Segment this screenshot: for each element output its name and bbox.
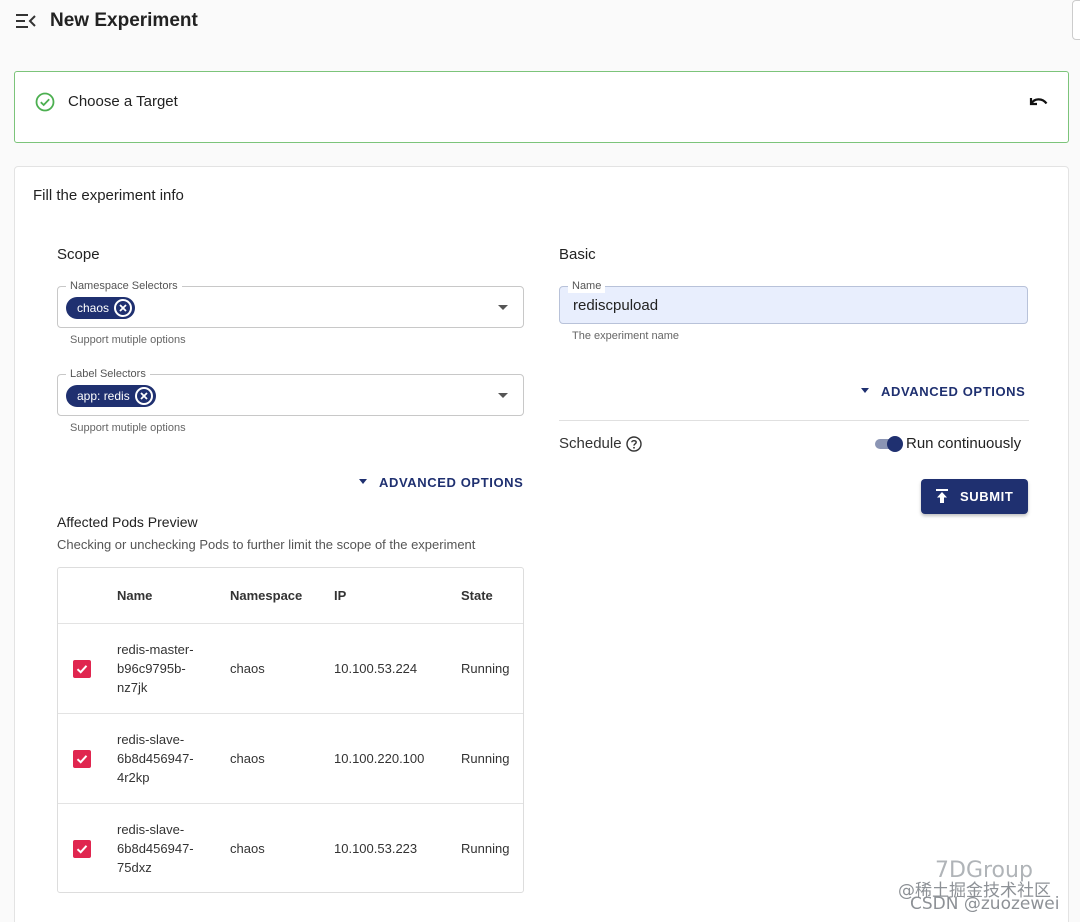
pod-state: Running [461,841,510,856]
help-circle-icon[interactable] [626,436,642,452]
pods-preview-title: Affected Pods Preview [57,514,198,530]
page-title: New Experiment [50,10,198,31]
scope-title: Scope [57,246,100,263]
pod-namespace: chaos [230,751,265,766]
submit-label: SUBMIT [960,489,1014,504]
experiment-info-panel: Fill the experiment info Scope Namespace… [14,166,1069,922]
run-continuously-toggle[interactable] [875,436,903,452]
pod-name: redis-master- b96c9795b- nz7jk [117,642,194,695]
pod-namespace: chaos [230,661,265,676]
step-label: Choose a Target [68,93,178,110]
pods-preview-description: Checking or unchecking Pods to further l… [57,537,476,552]
header-action-button[interactable] [1072,0,1080,40]
label-chip: app: redis [66,385,156,407]
scope-advanced-options-button[interactable]: ADVANCED OPTIONS [359,475,523,490]
pod-ip: 10.100.220.100 [334,751,425,766]
chevron-down-icon[interactable] [498,305,508,310]
namespace-chip: chaos [66,297,136,319]
submit-button[interactable]: SUBMIT [921,479,1028,514]
table-row: redis-slave- 6b8d456947- 75dxz chaos 10.… [58,803,523,893]
name-field[interactable]: Name rediscpuload [559,279,1028,324]
menu-collapse-icon[interactable] [16,12,36,30]
chip-remove-icon[interactable] [134,387,153,405]
run-continuously-label: Run continuously [906,435,1022,452]
namespace-chip-label: chaos [77,301,110,315]
chevron-down-icon[interactable] [498,393,508,398]
row-checkbox[interactable] [73,840,91,858]
column-header-name: Name [117,588,153,603]
divider [559,420,1029,421]
step-choose-target: Choose a Target [14,71,1069,143]
undo-icon[interactable] [1027,92,1049,112]
pod-ip: 10.100.53.224 [334,661,418,676]
pod-state: Running [461,751,510,766]
pod-state: Running [461,661,510,676]
publish-icon [936,489,948,503]
basic-advanced-options-label: ADVANCED OPTIONS [881,384,1026,399]
panel-title: Fill the experiment info [33,187,184,204]
column-header-state: State [461,588,493,603]
name-field-label: Name [568,279,606,293]
name-helper-text: The experiment name [572,330,679,342]
table-row: redis-master- b96c9795b- nz7jk chaos 10.… [58,623,523,713]
label-selectors-label: Label Selectors [66,367,150,381]
column-header-ip: IP [334,588,347,603]
label-chip-label: app: redis [77,389,130,403]
pod-ip: 10.100.53.223 [334,841,418,856]
label-selectors-field[interactable]: Label Selectors app: redis [57,367,524,416]
namespace-helper-text: Support mutiple options [70,334,186,346]
schedule-label: Schedule [559,435,622,452]
pods-table: Name Namespace IP State redis-master- b9… [57,567,524,893]
name-field-value: rediscpuload [573,297,659,314]
row-checkbox[interactable] [73,750,91,768]
pod-name: redis-slave- 6b8d456947- 4r2kp [117,732,194,785]
namespace-selectors-label: Namespace Selectors [66,279,182,293]
label-helper-text: Support mutiple options [70,422,186,434]
column-header-namespace: Namespace [230,588,303,603]
table-row: redis-slave- 6b8d456947- 4r2kp chaos 10.… [58,713,523,803]
pod-name: redis-slave- 6b8d456947- 75dxz [117,822,194,875]
caret-down-icon [861,388,869,394]
basic-title: Basic [559,246,596,263]
scope-advanced-options-label: ADVANCED OPTIONS [379,475,524,490]
row-checkbox[interactable] [73,660,91,678]
app-header: New Experiment [0,0,1080,44]
namespace-selectors-field[interactable]: Namespace Selectors chaos [57,279,524,328]
toggle-knob [887,436,903,452]
watermark-csdn: CSDN @zuozewei [910,894,1060,914]
caret-down-icon [359,479,367,485]
basic-advanced-options-button[interactable]: ADVANCED OPTIONS [861,384,1025,399]
check-circle-icon [35,92,55,112]
chip-remove-icon[interactable] [114,299,133,317]
pod-namespace: chaos [230,841,265,856]
